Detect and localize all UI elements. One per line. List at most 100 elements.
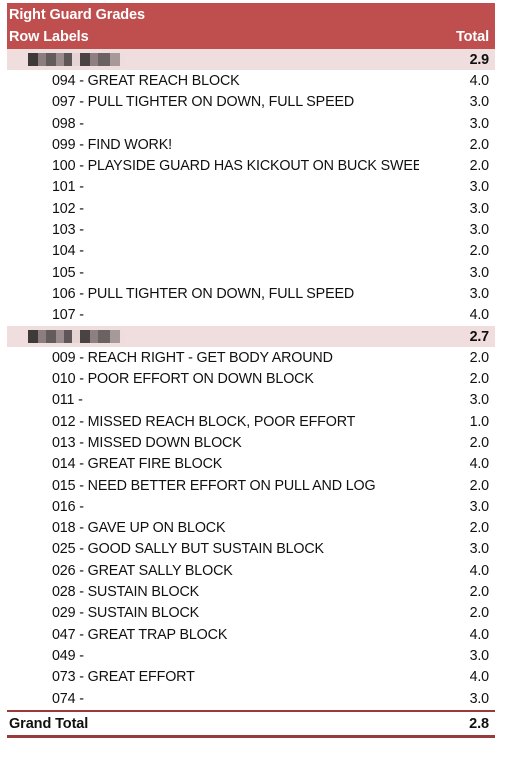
table-row[interactable]: 018 - GAVE UP ON BLOCK 2.0 [7,518,495,539]
table-row-value: 3.0 [469,179,490,196]
table-row[interactable]: 099 - FIND WORK! 2.0 [7,134,495,155]
table-row-label: 028 - SUSTAIN BLOCK [52,584,200,601]
table-row[interactable]: 028 - SUSTAIN BLOCK 2.0 [7,581,495,602]
table-row-label: 103 - [52,222,84,239]
table-row-value: 2.0 [469,477,490,494]
table-row[interactable]: 073 - GREAT EFFORT 4.0 [7,667,495,688]
table-row[interactable]: 107 - 4.0 [7,305,495,326]
table-row-label: 018 - GAVE UP ON BLOCK [52,520,226,537]
redacted-name-block [26,329,126,343]
table-row-label: 106 - PULL TIGHTER ON DOWN, FULL SPEED [52,285,355,302]
table-row-value: 4.0 [469,669,490,686]
table-row-label: 013 - MISSED DOWN BLOCK [52,434,242,451]
table-row[interactable]: 016 - 3.0 [7,496,495,517]
table-row-value: 3.0 [469,541,490,558]
table-row-value: 3.0 [469,115,490,132]
table-row[interactable]: 105 - 3.0 [7,262,495,283]
table-row[interactable]: 013 - MISSED DOWN BLOCK 2.0 [7,432,495,453]
table-row-label: 025 - GOOD SALLY BUT SUSTAIN BLOCK [52,541,324,558]
table-row-label: 012 - MISSED REACH BLOCK, POOR EFFORT [52,413,356,430]
pivot-body: 2.9 094 - GREAT REACH BLOCK 4.0 097 - PULL … [7,49,495,709]
table-row-value: 3.0 [469,647,490,664]
table-row-label: 074 - [52,690,84,707]
table-row-label: 097 - PULL TIGHTER ON DOWN, FULL SPEED [52,94,355,111]
group-row-total: 2.7 [469,328,490,345]
column-header-row-labels[interactable]: Row Labels [9,29,419,45]
table-row[interactable]: 049 - 3.0 [7,645,495,666]
grand-total-value: 2.8 [469,715,489,732]
group-row-total: 2.9 [469,51,490,68]
table-row-label: 101 - [52,179,84,196]
table-row[interactable]: 011 - 3.0 [7,390,495,411]
table-row-value: 3.0 [469,498,490,515]
table-row-value: 4.0 [469,456,490,473]
table-row-value: 1.0 [469,413,490,430]
table-row[interactable]: 103 - 3.0 [7,219,495,240]
table-row[interactable]: 100 - PLAYSIDE GUARD HAS KICKOUT ON BUCK… [7,155,495,176]
table-row[interactable]: 097 - PULL TIGHTER ON DOWN, FULL SPEED 3.… [7,92,495,113]
table-row-value: 2.0 [469,605,490,622]
table-row-value: 3.0 [469,200,490,217]
table-row-value: 4.0 [469,307,490,324]
table-row[interactable]: 047 - GREAT TRAP BLOCK 4.0 [7,624,495,645]
table-row[interactable]: 029 - SUSTAIN BLOCK 2.0 [7,603,495,624]
table-row[interactable]: 106 - PULL TIGHTER ON DOWN, FULL SPEED 3.… [7,283,495,304]
column-header-total[interactable]: Total [419,29,495,45]
table-row-value: 2.0 [469,243,490,260]
table-row[interactable]: 015 - NEED BETTER EFFORT ON PULL AND LOG… [7,475,495,496]
table-row-value: 3.0 [469,690,490,707]
table-row[interactable]: 094 - GREAT REACH BLOCK 4.0 [7,70,495,91]
table-row-label: 073 - GREAT EFFORT [52,669,195,686]
table-row-value: 2.0 [469,349,490,366]
table-row-label: 049 - [52,647,84,664]
table-row[interactable]: 012 - MISSED REACH BLOCK, POOR EFFORT 1.0 [7,411,495,432]
table-row[interactable]: 104 - 2.0 [7,241,495,262]
table-row-value: 4.0 [469,626,490,643]
group-row[interactable]: 2.7 [7,325,495,348]
table-row[interactable]: 025 - GOOD SALLY BUT SUSTAIN BLOCK 3.0 [7,539,495,560]
table-row[interactable]: 026 - GREAT SALLY BLOCK 4.0 [7,560,495,581]
page-title: Right Guard Grades [9,7,145,23]
table-row-value: 3.0 [469,285,490,302]
grand-total-label: Grand Total [9,715,89,732]
table-row-label: 094 - GREAT REACH BLOCK [52,72,240,89]
table-row-label: 047 - GREAT TRAP BLOCK [52,626,228,643]
table-row-label: 099 - FIND WORK! [52,136,172,153]
table-row-value: 2.0 [469,520,490,537]
table-row-label: 014 - GREAT FIRE BLOCK [52,456,223,473]
report-title-row: Right Guard Grades [7,3,495,26]
table-row-label: 098 - [52,115,84,132]
table-row[interactable]: 074 - 3.0 [7,688,495,709]
table-row-label: 026 - GREAT SALLY BLOCK [52,562,233,579]
table-row-label: 107 - [52,307,84,324]
table-row-label: 104 - [52,243,84,260]
table-row-value: 2.0 [469,158,490,175]
table-row-label: 011 - [52,392,83,409]
table-row[interactable]: 010 - POOR EFFORT ON DOWN BLOCK 2.0 [7,368,495,389]
table-row[interactable]: 102 - 3.0 [7,198,495,219]
table-row-value: 2.0 [469,371,490,388]
table-row-value: 4.0 [469,72,490,89]
table-row-value: 3.0 [469,392,490,409]
table-row-label: 102 - [52,200,84,217]
table-row[interactable]: 014 - GREAT FIRE BLOCK 4.0 [7,454,495,475]
table-row[interactable]: 101 - 3.0 [7,177,495,198]
table-row-label: 009 - REACH RIGHT - GET BODY AROUND [52,349,333,366]
table-row-label: 100 - PLAYSIDE GUARD HAS KICKOUT ON BUCK… [52,158,419,175]
group-row-label [7,52,419,68]
group-row[interactable]: 2.9 [7,49,495,71]
group-row-label [7,329,419,345]
table-row[interactable]: 098 - 3.0 [7,113,495,134]
table-row-value: 2.0 [469,136,490,153]
table-row-value: 3.0 [469,94,490,111]
table-row-label: 015 - NEED BETTER EFFORT ON PULL AND LOG [52,477,376,494]
table-row-value: 2.0 [469,584,490,601]
grand-total-row: Grand Total 2.8 [7,710,495,739]
table-row-label: 029 - SUSTAIN BLOCK [52,605,200,622]
table-row-label: 105 - [52,264,84,281]
table-row-value: 3.0 [469,264,490,281]
table-row-value: 4.0 [469,562,490,579]
pivot-table-report: Right Guard Grades Row Labels Total 2.9 0… [0,3,505,767]
redacted-name-block [26,52,126,66]
table-row[interactable]: 009 - REACH RIGHT - GET BODY AROUND 2.0 [7,347,495,368]
